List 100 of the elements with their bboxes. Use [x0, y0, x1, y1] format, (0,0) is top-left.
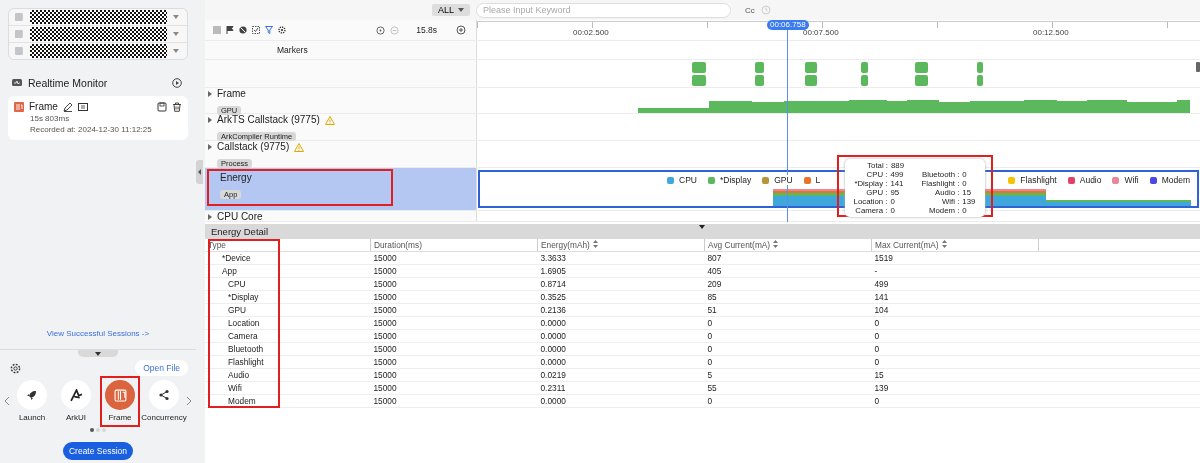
previous-icon[interactable] [4, 396, 10, 406]
table-cell: 405 [704, 264, 872, 278]
ark-icon [69, 388, 83, 402]
sort-icon[interactable] [773, 240, 779, 248]
zoom-level: 15.8s [416, 25, 437, 35]
legend-item[interactable]: Audio [1066, 175, 1103, 185]
table-cell: 0.0000 [537, 329, 705, 343]
section-title: Realtime Monitor [28, 77, 108, 89]
table-cell: 15000 [370, 329, 538, 343]
share-icon [158, 389, 170, 401]
track-name: ArkTS Callstack (9775) [217, 115, 320, 125]
template-tile[interactable]: Launch [10, 380, 54, 422]
table-cell: 3.3633 [537, 251, 705, 265]
track-name: CPU Core [217, 212, 263, 222]
table-cell: 141 [871, 290, 1039, 304]
session-name: Frame [29, 101, 58, 112]
panel-title: Energy Detail [211, 226, 269, 237]
sessions-link[interactable]: View Successful Sessions -> [46, 329, 150, 338]
table-cell: 15000 [370, 394, 538, 408]
table-cell: Flashlight [205, 355, 371, 369]
flag-icon[interactable] [226, 26, 234, 34]
template-tile[interactable]: ArkUI [54, 380, 98, 422]
expand-icon[interactable] [208, 214, 212, 220]
template-tile[interactable]: Frame [98, 380, 142, 422]
table-cell: 0 [704, 394, 872, 408]
column-header[interactable]: Max Current(mA) [871, 239, 1039, 252]
table-cell: 5 [704, 368, 872, 382]
table-cell: 104 [871, 303, 1039, 317]
delete-icon[interactable] [172, 101, 182, 112]
table-cell: Location [205, 316, 371, 330]
report-icon[interactable] [77, 101, 88, 112]
column-header[interactable]: Avg Current(mA) [704, 239, 872, 252]
recorded-time: Recorded at: 2024-12-30 11:12:25 [30, 125, 153, 134]
legend-item[interactable]: L [802, 175, 822, 185]
table-cell: 0 [704, 342, 872, 356]
collapse-tab[interactable] [78, 350, 118, 357]
table-cell: 0.0000 [537, 394, 705, 408]
table-cell: 0 [871, 316, 1039, 330]
save-icon[interactable] [157, 101, 167, 112]
reset-icon[interactable] [376, 25, 386, 35]
edit-icon[interactable] [62, 101, 73, 112]
column-header[interactable]: Energy(mAh) [537, 239, 705, 252]
table-cell: - [871, 264, 1039, 278]
create-session-button[interactable]: Create Session [62, 442, 134, 460]
legend-item[interactable]: *Display [707, 175, 753, 185]
sort-icon[interactable] [941, 240, 947, 248]
table-cell: 0.0219 [537, 368, 705, 382]
table-cell: 0 [704, 329, 872, 343]
expand-icon[interactable] [208, 144, 212, 150]
table-cell: 15000 [370, 342, 538, 356]
table-cell: 139 [871, 381, 1039, 395]
match-case-toggle[interactable]: Cc [745, 5, 755, 15]
table-cell: 0.0000 [537, 342, 705, 356]
track-name: Callstack (9775) [217, 142, 290, 152]
table-cell: 15000 [370, 381, 538, 395]
legend-item[interactable]: Wifi [1111, 175, 1140, 185]
legend-item[interactable]: Modem [1148, 175, 1191, 185]
caret-icon [95, 351, 101, 356]
session-card[interactable]: Frame 15s 803ms Recorded at: 2024-12-30 11:12:25 [8, 96, 188, 140]
collapse-handle[interactable] [196, 159, 203, 184]
expand-icon[interactable] [208, 91, 212, 97]
table-cell: 0.2136 [537, 303, 705, 317]
sort-icon[interactable] [592, 240, 598, 248]
settings-icon[interactable] [10, 362, 21, 374]
open-file-button[interactable]: Open File [135, 360, 188, 376]
zoom-in-icon[interactable] [456, 25, 466, 35]
table-cell: 15000 [370, 355, 538, 369]
caret-icon[interactable] [699, 225, 705, 229]
table-cell: Camera [205, 329, 371, 343]
table-cell: 0 [871, 329, 1039, 343]
table-cell: 0.3525 [537, 290, 705, 304]
table-cell: 1519 [871, 251, 1039, 265]
tick-label: 00:07.500 [803, 28, 839, 37]
block-icon[interactable] [239, 26, 247, 34]
track-label[interactable]: CPU Core [205, 211, 477, 221]
table-cell: 0.2311 [537, 381, 705, 395]
filter-dropdown[interactable]: ALL [432, 4, 470, 16]
cursor-time[interactable]: 00:06.758 [767, 20, 809, 30]
next-icon[interactable] [186, 396, 192, 406]
legend-item[interactable]: GPU [761, 175, 794, 185]
table-cell: 15000 [370, 303, 538, 317]
filter-icon[interactable] [265, 26, 273, 34]
play-icon[interactable] [172, 78, 182, 88]
expand-icon[interactable] [208, 117, 212, 123]
table-cell: 0.0000 [537, 316, 705, 330]
warning-icon [294, 142, 305, 152]
pager-dot[interactable] [96, 428, 100, 432]
pager-dot[interactable] [90, 428, 94, 432]
settings-icon[interactable] [278, 26, 286, 34]
column-header[interactable]: Duration(ms) [370, 239, 538, 252]
legend-item[interactable]: Flashlight [1007, 175, 1058, 185]
check-icon[interactable] [252, 26, 260, 34]
caret-icon [458, 8, 464, 12]
table-cell: 0 [871, 394, 1039, 408]
template-tile[interactable]: Concurrency [142, 380, 186, 422]
search-field[interactable]: Please Input Keyword [476, 2, 731, 18]
legend-item[interactable]: CPU [666, 175, 698, 185]
track-label[interactable]: Markers [205, 41, 477, 59]
table-cell: 15000 [370, 277, 538, 291]
pager-dot[interactable] [102, 428, 106, 432]
